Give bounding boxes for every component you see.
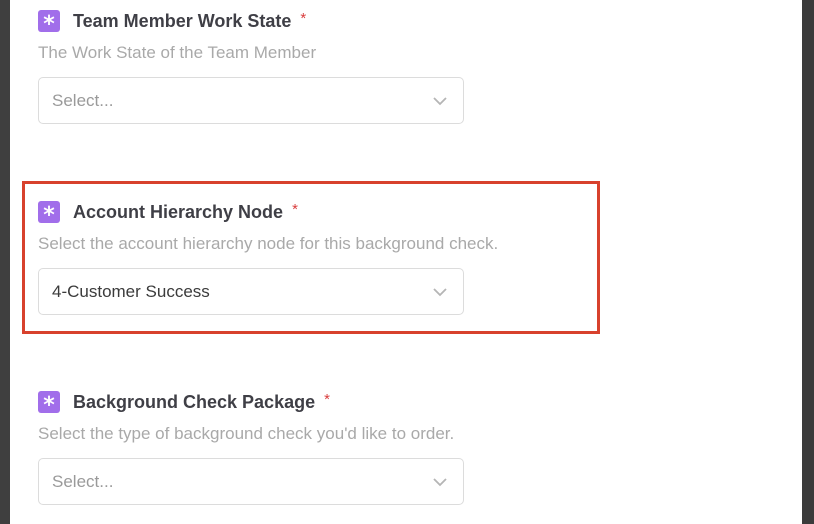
asterisk-icon: * [38, 391, 60, 413]
asterisk-icon: * [38, 201, 60, 223]
select-value: 4-Customer Success [52, 282, 210, 301]
required-marker: * [292, 200, 298, 218]
field-label-row: * Account Hierarchy Node * [38, 200, 598, 224]
field-label: Team Member Work State [73, 10, 292, 31]
field-description: Select the account hierarchy node for th… [38, 234, 499, 253]
account-hierarchy-node-select[interactable]: 4-Customer Success [38, 268, 464, 315]
field-label-row: * Team Member Work State * [38, 9, 598, 33]
background-page [0, 0, 10, 524]
field-label-row: * Background Check Package * [38, 390, 598, 414]
required-marker: * [300, 9, 307, 27]
select-value: Select... [52, 91, 114, 110]
field-team-member-work-state: * Team Member Work State * The Work Stat… [38, 9, 598, 124]
field-label: Account Hierarchy Node [73, 201, 284, 222]
field-description: The Work State of the Team Member [38, 43, 317, 62]
required-marker: * [324, 390, 330, 408]
asterisk-icon: * [38, 10, 60, 32]
chevron-down-icon [433, 97, 447, 106]
chevron-down-icon [433, 288, 447, 297]
field-background-check-package: * Background Check Package * Select the … [38, 390, 598, 505]
select-value: Select... [52, 472, 114, 491]
field-label: Background Check Package [73, 391, 316, 412]
team-member-work-state-select[interactable]: Select... [38, 77, 464, 124]
field-description: Select the type of background check you'… [38, 424, 455, 443]
background-page-right [802, 0, 814, 524]
chevron-down-icon [433, 478, 447, 487]
field-account-hierarchy-node: * Account Hierarchy Node * Select the ac… [38, 200, 598, 315]
form-modal: * Team Member Work State * The Work Stat… [10, 0, 802, 524]
background-check-package-select[interactable]: Select... [38, 458, 464, 505]
